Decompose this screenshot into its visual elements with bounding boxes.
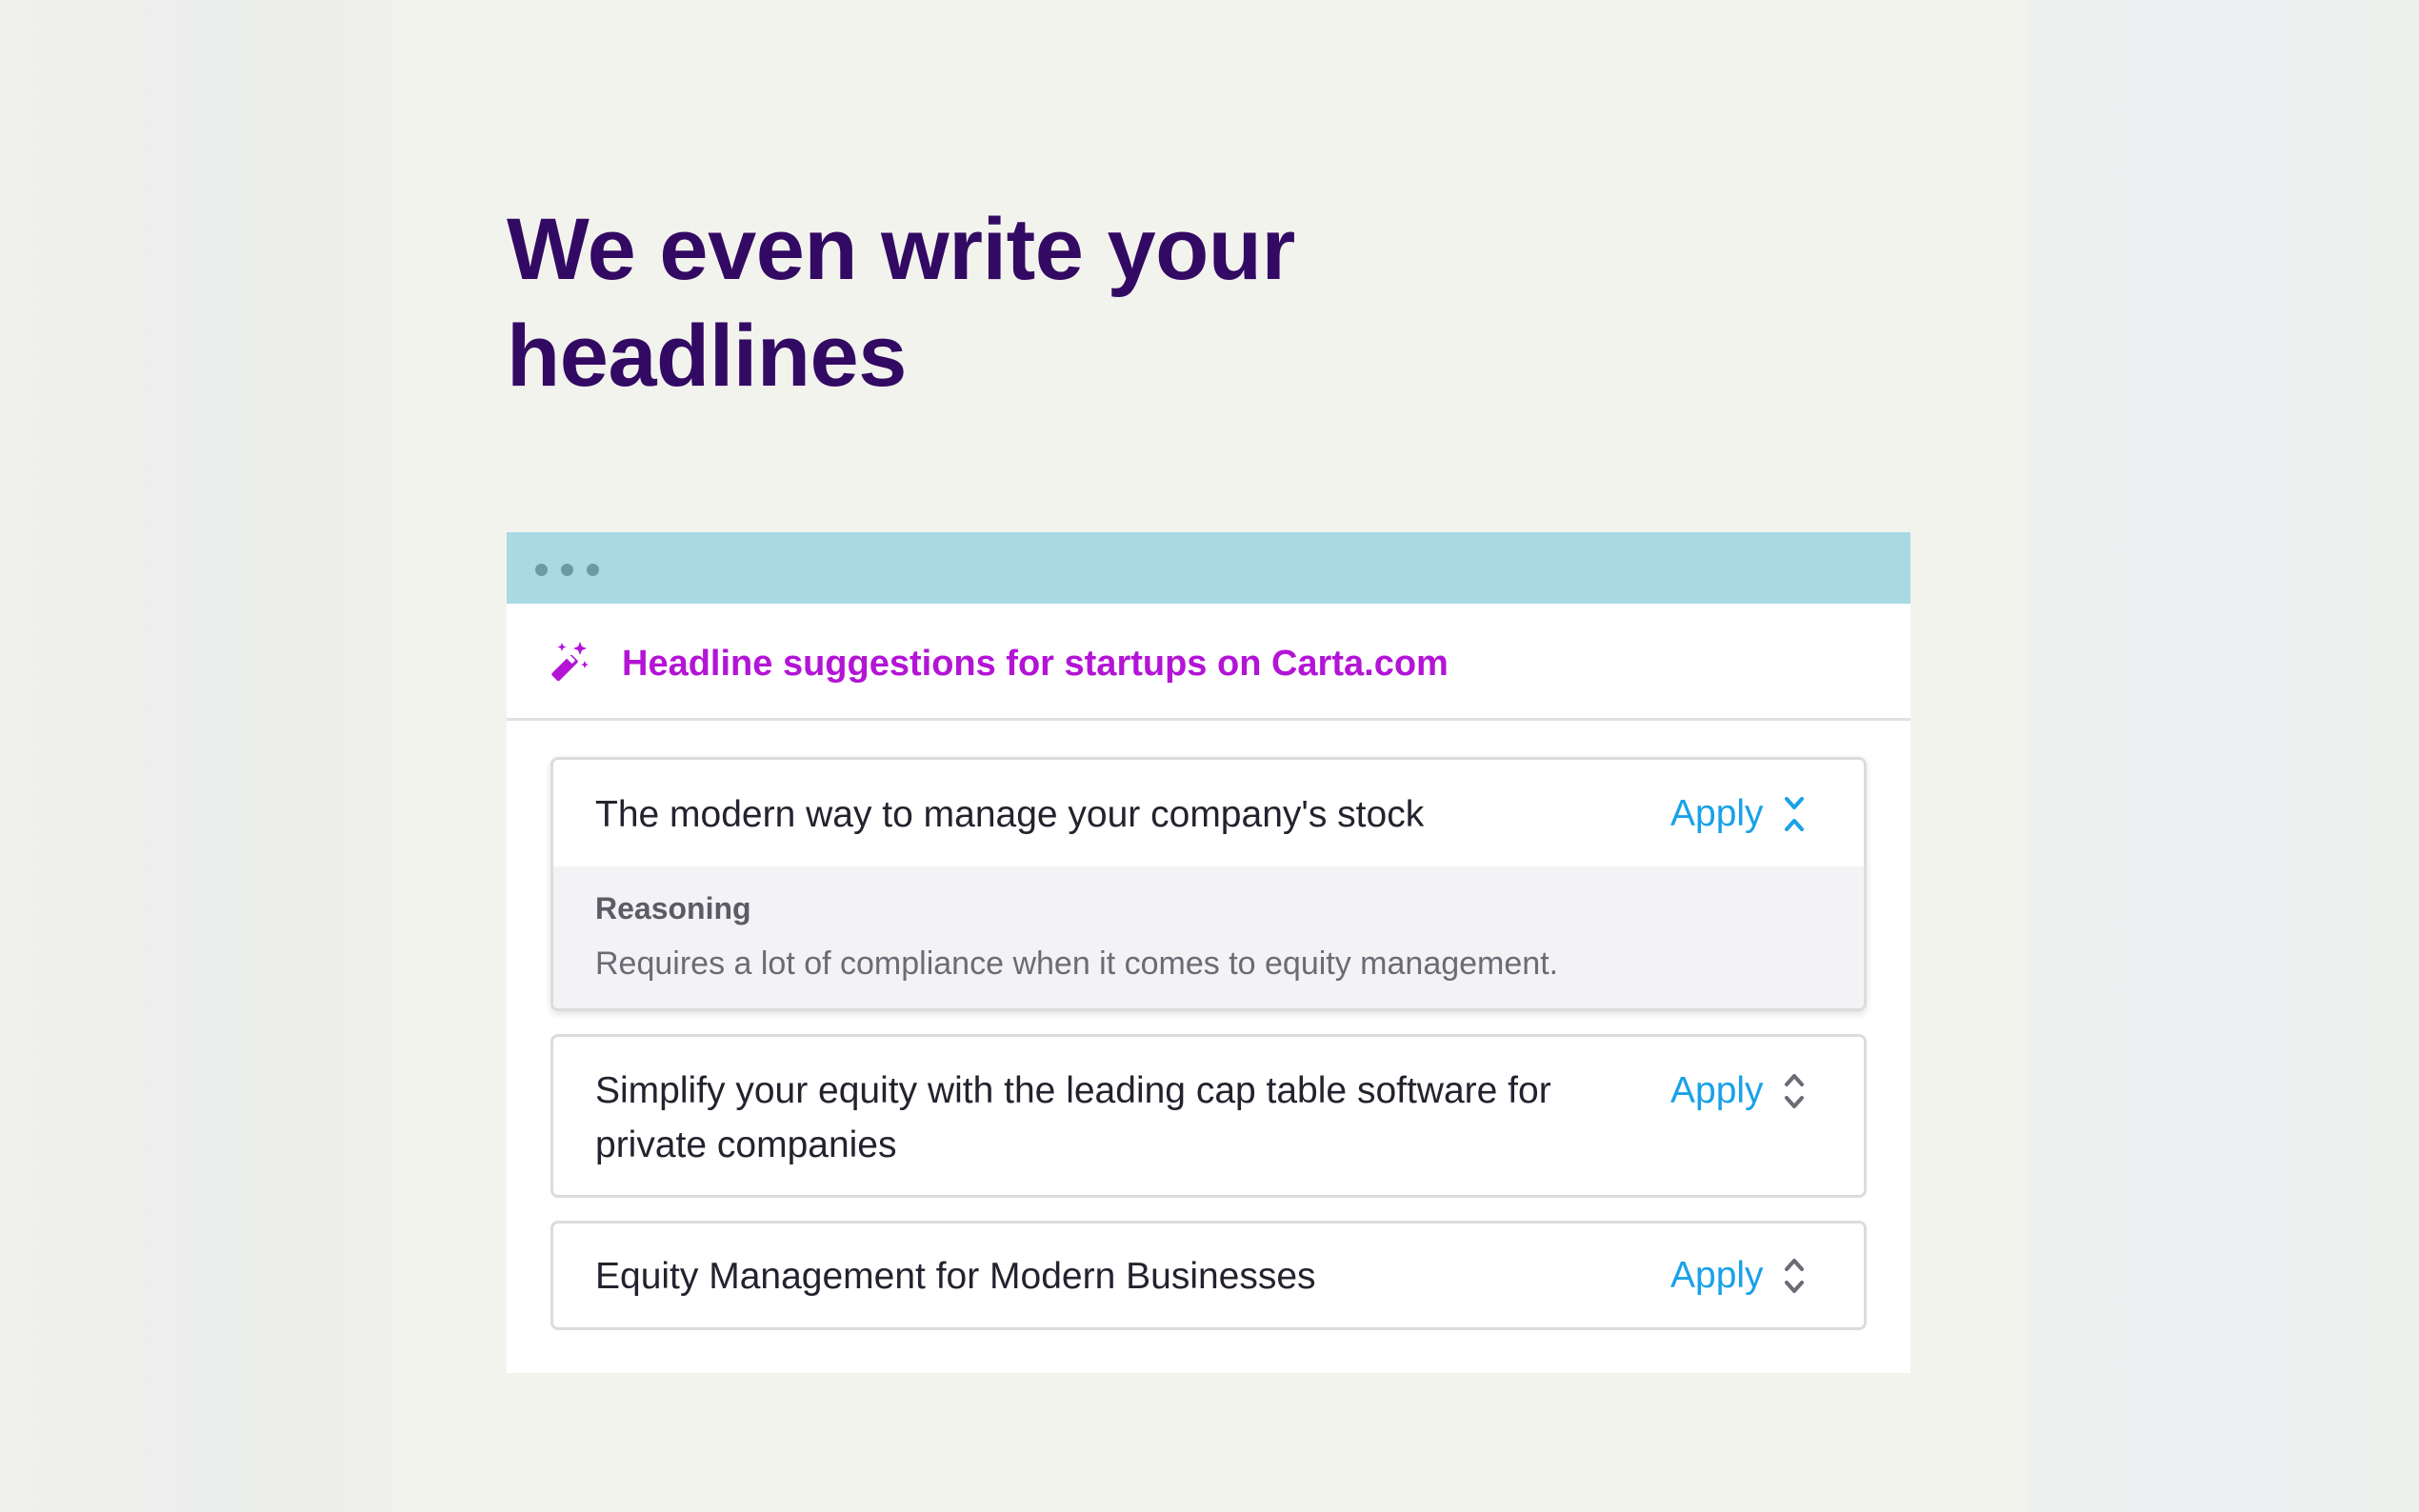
headline-line-2: headlines: [507, 308, 907, 405]
window-dot: [561, 564, 573, 576]
window-dot: [587, 564, 599, 576]
window-titlebar: [507, 532, 1910, 604]
suggestions-title: Headline suggestions for startups on Car…: [622, 644, 1449, 684]
suggestion-text: Equity Management for Modern Businesses: [595, 1256, 1316, 1297]
window-dot: [535, 564, 548, 576]
apply-button[interactable]: Apply: [1670, 791, 1764, 837]
browser-window: Headline suggestions for startups on Car…: [507, 532, 1910, 1373]
apply-button[interactable]: Apply: [1670, 1253, 1764, 1299]
expand-icon[interactable]: [1780, 1253, 1809, 1299]
page-headline: We even write your headlines: [507, 196, 1554, 409]
suggestion-text: Simplify your equity with the leading ca…: [595, 1070, 1551, 1165]
content-stage: We even write your headlines Headline su…: [392, 0, 2029, 1512]
magic-wand-icon: [551, 642, 589, 682]
reasoning-text: Requires a lot of compliance when it com…: [595, 945, 1559, 982]
suggestion-card: The modern way to manage your company's …: [550, 757, 1867, 1011]
suggestions-header: Headline suggestions for startups on Car…: [507, 604, 1910, 721]
suggestion-card: Equity Management for Modern Businesses …: [550, 1221, 1867, 1330]
suggestion-text: The modern way to manage your company's …: [595, 794, 1425, 835]
suggestion-card: Simplify your equity with the leading ca…: [550, 1034, 1867, 1198]
background-right: [2029, 0, 2419, 1512]
collapse-icon[interactable]: [1780, 791, 1809, 837]
headline-line-1: We even write your: [507, 201, 1295, 298]
expand-icon[interactable]: [1780, 1068, 1809, 1114]
reasoning-panel: Reasoning Requires a lot of compliance w…: [553, 866, 1864, 1008]
background-left: [0, 0, 392, 1512]
apply-button[interactable]: Apply: [1670, 1068, 1764, 1114]
reasoning-label: Reasoning: [595, 891, 751, 925]
